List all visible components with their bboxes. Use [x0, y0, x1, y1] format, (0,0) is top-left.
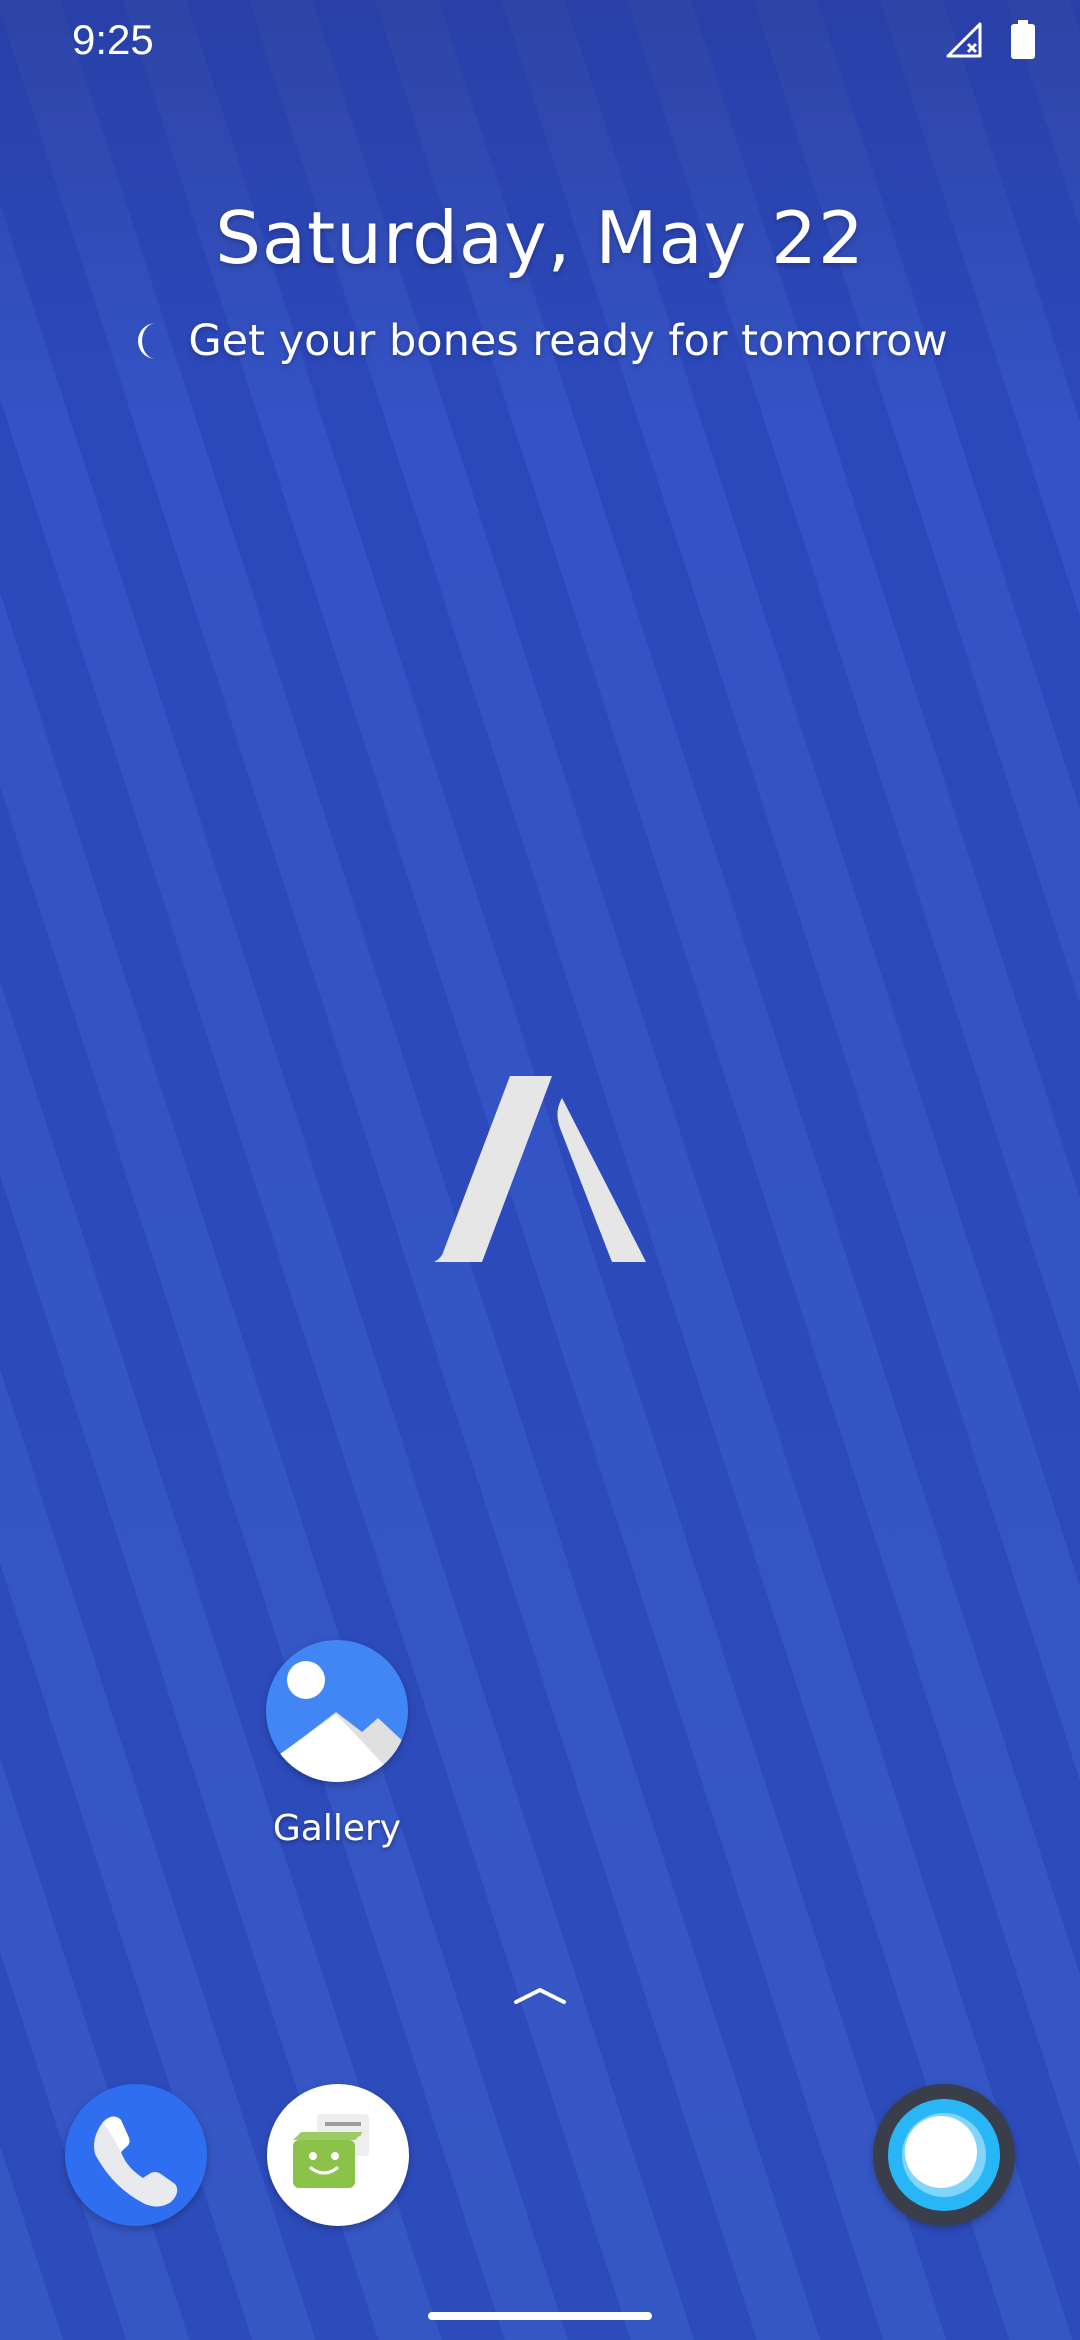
- app-drawer-handle[interactable]: [508, 1980, 572, 2010]
- dock-phone-button[interactable]: [65, 2084, 207, 2226]
- moon-icon: [132, 321, 166, 361]
- date-widget[interactable]: Saturday, May 22: [0, 196, 1080, 280]
- status-bar: 9:25: [0, 0, 1080, 84]
- app-label: Gallery: [272, 1808, 402, 1849]
- gesture-nav-bar[interactable]: [428, 2312, 652, 2320]
- dock-assistant-button[interactable]: [873, 2084, 1015, 2226]
- status-icons: [944, 20, 1036, 60]
- signal-off-icon: [944, 20, 984, 60]
- dock-messages-button[interactable]: [267, 2084, 409, 2226]
- assistant-icon: [888, 2099, 1000, 2211]
- battery-full-icon: [1010, 20, 1036, 60]
- date-text: Saturday, May 22: [215, 196, 865, 280]
- status-time: 9:25: [72, 16, 154, 63]
- at-a-glance-tip[interactable]: Get your bones ready for tomorrow: [0, 316, 1080, 366]
- launcher-logo-icon: [430, 1072, 650, 1268]
- messages-icon: [293, 2114, 369, 2188]
- phone-icon: [94, 2116, 178, 2207]
- app-gallery[interactable]: Gallery: [262, 1640, 412, 1849]
- gallery-icon: [266, 1640, 408, 1782]
- tip-text: Get your bones ready for tomorrow: [188, 316, 948, 366]
